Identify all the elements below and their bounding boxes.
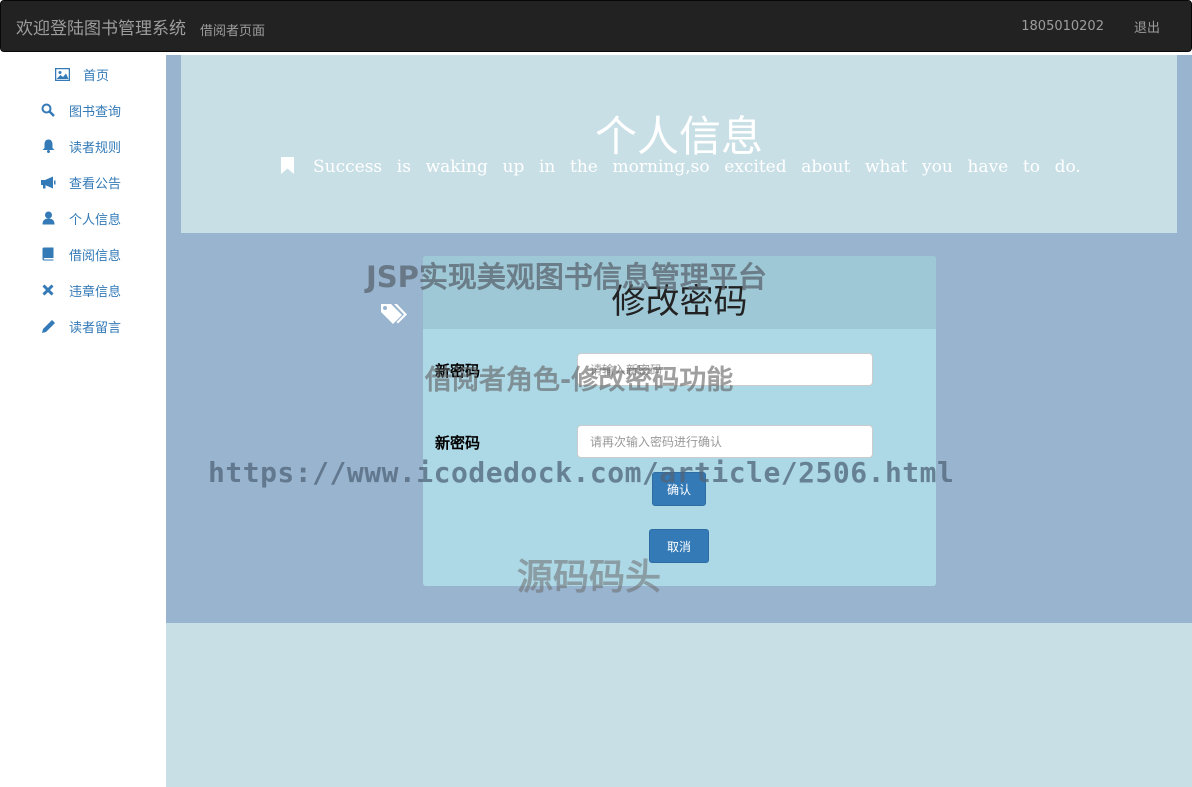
nav-right: 1805010202 退出 <box>1021 17 1191 36</box>
sidebar-item-violations[interactable]: 违章信息 <box>0 272 166 308</box>
brand-title[interactable]: 欢迎登陆图书管理系统 <box>16 14 186 39</box>
quote-word: in <box>539 157 555 177</box>
quote-word: excited <box>724 157 786 177</box>
quote-word: waking <box>426 157 488 177</box>
sidebar-item-reader-rules[interactable]: 读者规则 <box>0 128 166 164</box>
quote-word: what <box>865 157 907 177</box>
user-icon <box>40 210 56 226</box>
megaphone-icon <box>40 174 56 190</box>
sidebar-item-book-search[interactable]: 图书查询 <box>0 92 166 128</box>
watermark-brand: 源码码头 <box>517 548 661 600</box>
page-subtitle: 借阅者页面 <box>200 20 265 39</box>
tags-icon <box>380 303 408 329</box>
confirm-password-input[interactable] <box>577 425 873 458</box>
confirm-password-label: 新密码 <box>435 432 480 453</box>
sidebar-item-notices[interactable]: 查看公告 <box>0 164 166 200</box>
logout-link[interactable]: 退出 <box>1134 17 1160 36</box>
quote-word: to <box>1023 157 1040 177</box>
search-icon <box>40 102 56 118</box>
quote-word: do. <box>1055 157 1081 177</box>
sidebar-item-home[interactable]: 首页 <box>0 56 166 92</box>
main-content: 个人信息 Successiswakingupinthemorning,soexc… <box>166 55 1192 787</box>
x-icon <box>40 282 56 298</box>
pencil-icon <box>40 318 56 334</box>
quote-word: is <box>397 157 411 177</box>
sidebar-item-profile[interactable]: 个人信息 <box>0 200 166 236</box>
watermark-url: https://www.icodedock.com/article/2506.h… <box>208 456 954 489</box>
quote-word: have <box>967 157 1008 177</box>
sidebar-item-label: 图书查询 <box>69 101 121 120</box>
quote-word: Success <box>313 157 382 177</box>
sidebar-item-label: 借阅信息 <box>69 245 121 264</box>
main-section: 个人信息 Successiswakingupinthemorning,soexc… <box>166 55 1192 623</box>
sidebar-item-borrow-info[interactable]: 借阅信息 <box>0 236 166 272</box>
sidebar-item-messages[interactable]: 读者留言 <box>0 308 166 344</box>
picture-icon <box>54 66 70 82</box>
sidebar-item-label: 读者规则 <box>69 137 121 156</box>
quote-text: Success is waking upinthe morning,so excited a… <box>313 157 1081 177</box>
change-password-panel: 修改密码 新密码 新密码 确认 取消 <box>423 256 936 586</box>
jumbotron: 个人信息 Successiswakingupinthemorning,soexc… <box>181 55 1177 233</box>
quote-word: about <box>801 157 850 177</box>
user-id[interactable]: 1805010202 <box>1021 19 1104 34</box>
quote-word: up <box>503 157 525 177</box>
sidebar: 首页 图书查询 读者规则 查看公告 个人信息 借阅信息 违章信息 <box>0 55 166 787</box>
bell-icon <box>40 138 56 154</box>
watermark-subtitle: 借阅者角色-修改密码功能 <box>425 358 733 397</box>
top-navbar: 欢迎登陆图书管理系统 借阅者页面 1805010202 退出 <box>0 0 1192 52</box>
quote-word: morning,so <box>613 157 710 177</box>
book-icon <box>40 246 56 262</box>
watermark-title: JSP实现美观图书信息管理平台 <box>366 254 767 296</box>
sidebar-item-label: 查看公告 <box>69 173 121 192</box>
sidebar-item-label: 个人信息 <box>69 209 121 228</box>
quote-word: you <box>922 157 953 177</box>
motto-quote: Success is waking upinthe morning,so excited a… <box>281 155 1081 185</box>
quote-word: the <box>570 157 598 177</box>
bookmark-icon <box>281 157 294 179</box>
sidebar-item-label: 首页 <box>83 65 109 84</box>
sidebar-item-label: 违章信息 <box>69 281 121 300</box>
sidebar-item-label: 读者留言 <box>69 317 121 336</box>
